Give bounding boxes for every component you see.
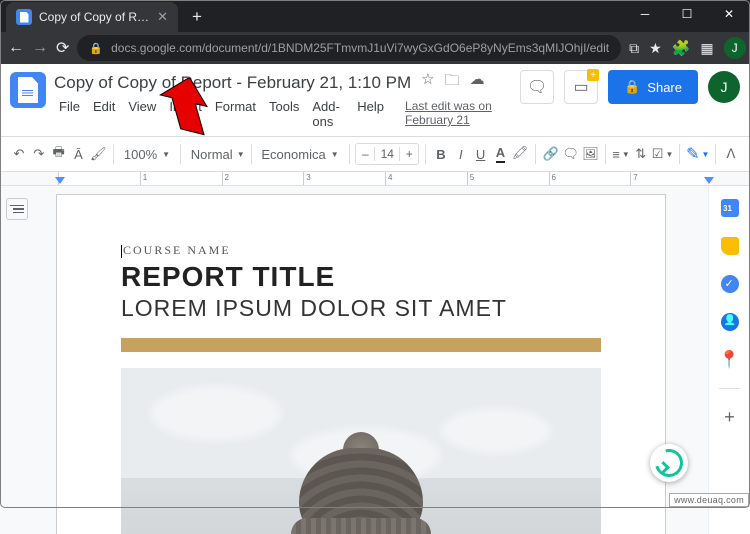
addons-plus-icon[interactable]: + bbox=[720, 407, 740, 427]
undo-button[interactable]: ↶ bbox=[10, 141, 28, 167]
url-field[interactable]: 🔒 docs.google.com/document/d/1BNDM25FTmv… bbox=[77, 35, 621, 61]
ruler-indent-left-icon[interactable] bbox=[55, 177, 65, 184]
forward-button[interactable]: → bbox=[32, 39, 48, 57]
maximize-button[interactable]: ☐ bbox=[666, 0, 708, 28]
spellcheck-button[interactable]: Ā bbox=[70, 141, 88, 167]
align-button[interactable]: ≡▼ bbox=[612, 141, 630, 167]
app-ext-icon[interactable]: ▦ bbox=[700, 40, 713, 57]
docs-logo-icon[interactable] bbox=[10, 72, 46, 108]
bookmark-icon[interactable]: ★ bbox=[649, 40, 662, 57]
share-label: Share bbox=[647, 80, 682, 95]
print-button[interactable]: 🖶 bbox=[50, 141, 68, 167]
address-bar: ← → ⟳ 🔒 docs.google.com/document/d/1BNDM… bbox=[0, 32, 750, 64]
browser-profile-avatar[interactable]: J bbox=[724, 37, 746, 59]
browser-tab[interactable]: Copy of Copy of Report - Febru ✕ bbox=[6, 2, 178, 32]
minimize-button[interactable]: ─ bbox=[624, 0, 666, 28]
text-color-button[interactable]: A bbox=[492, 141, 510, 167]
outline-toggle-button[interactable] bbox=[6, 198, 28, 220]
close-button[interactable]: ✕ bbox=[708, 0, 750, 28]
menu-edit[interactable]: Edit bbox=[88, 97, 120, 131]
subtitle-text[interactable]: LOREM IPSUM DOLOR SIT AMET bbox=[121, 295, 601, 322]
workspace: COURSE NAME REPORT TITLE LOREM IPSUM DOL… bbox=[0, 186, 750, 534]
account-avatar[interactable]: J bbox=[708, 71, 740, 103]
course-name-text[interactable]: COURSE NAME bbox=[121, 243, 601, 258]
font-dropdown[interactable]: Economica▼ bbox=[257, 147, 342, 162]
contacts-icon[interactable] bbox=[720, 312, 740, 332]
docs-header: Copy of Copy of Report - February 21, 1:… bbox=[0, 64, 750, 131]
page[interactable]: COURSE NAME REPORT TITLE LOREM IPSUM DOL… bbox=[56, 194, 666, 534]
menu-tools[interactable]: Tools bbox=[264, 97, 304, 131]
tasks-icon[interactable] bbox=[720, 274, 740, 294]
line-spacing-button[interactable]: ⇅ bbox=[632, 141, 650, 167]
keep-icon[interactable] bbox=[720, 236, 740, 256]
insert-image-button[interactable]: 🖼 bbox=[582, 141, 600, 167]
zoom-dropdown[interactable]: 100%▼ bbox=[120, 147, 174, 162]
document-title[interactable]: Copy of Copy of Report - February 21, 1:… bbox=[54, 73, 411, 93]
cover-image[interactable] bbox=[121, 368, 601, 534]
menu-help[interactable]: Help bbox=[352, 97, 389, 131]
menu-view[interactable]: View bbox=[123, 97, 161, 131]
grammarly-icon[interactable] bbox=[650, 444, 688, 482]
insert-comment-button[interactable]: 🗨 bbox=[562, 141, 580, 167]
insert-link-button[interactable]: 🔗 bbox=[542, 141, 560, 167]
divider-bar[interactable] bbox=[121, 338, 601, 352]
browser-chrome: ─ ☐ ✕ Copy of Copy of Report - Febru ✕ +… bbox=[0, 0, 750, 64]
calendar-icon[interactable] bbox=[720, 198, 740, 218]
lock-icon: 🔒 bbox=[89, 42, 103, 55]
editing-mode-button[interactable]: ✎▼ bbox=[686, 141, 709, 167]
menu-bar: File Edit View Insert Format Tools Add-o… bbox=[54, 97, 512, 131]
extension-area: ⧉ ★ 🧩 ▦ J ⋮ bbox=[629, 37, 750, 59]
highlight-button[interactable]: 🖍 bbox=[511, 141, 529, 167]
comment-history-button[interactable]: 🗨 bbox=[520, 70, 554, 104]
star-icon[interactable]: ☆ bbox=[421, 70, 434, 95]
redo-button[interactable]: ↷ bbox=[30, 141, 48, 167]
document-canvas[interactable]: COURSE NAME REPORT TITLE LOREM IPSUM DOL… bbox=[34, 186, 708, 534]
lock-icon: 🔒 bbox=[624, 79, 640, 95]
extensions-icon[interactable]: 🧩 bbox=[672, 39, 691, 57]
window-controls: ─ ☐ ✕ bbox=[624, 0, 750, 28]
menu-file[interactable]: File bbox=[54, 97, 85, 131]
watermark-text: www.deuaq.com bbox=[669, 493, 749, 507]
menu-insert[interactable]: Insert bbox=[164, 97, 207, 131]
reload-button[interactable]: ⟳ bbox=[56, 38, 69, 58]
toolbar: ↶ ↷ 🖶 Ā 🖌 100%▼ Normal text▼ Economica▼ … bbox=[0, 136, 750, 172]
docs-favicon bbox=[16, 9, 32, 25]
tab-title: Copy of Copy of Report - Febru bbox=[39, 10, 150, 24]
side-panel: 📍 + bbox=[708, 186, 750, 534]
italic-button[interactable]: I bbox=[452, 141, 470, 167]
bold-button[interactable]: B bbox=[432, 141, 450, 167]
back-button[interactable]: ← bbox=[8, 39, 24, 57]
report-title-text[interactable]: REPORT TITLE bbox=[121, 261, 601, 293]
maps-icon[interactable]: 📍 bbox=[720, 350, 740, 370]
menu-format[interactable]: Format bbox=[210, 97, 261, 131]
header-actions: 🗨 ▭+ 🔒 Share J bbox=[520, 70, 740, 104]
font-size-decrease[interactable]: – bbox=[356, 147, 374, 161]
underline-button[interactable]: U bbox=[472, 141, 490, 167]
ruler[interactable]: 1234567 bbox=[0, 172, 750, 186]
paint-format-button[interactable]: 🖌 bbox=[89, 141, 107, 167]
menu-addons[interactable]: Add-ons bbox=[307, 97, 349, 131]
docs-app: Copy of Copy of Report - February 21, 1:… bbox=[0, 64, 750, 534]
new-tab-button[interactable]: + bbox=[184, 4, 210, 30]
style-dropdown[interactable]: Normal text bbox=[187, 147, 233, 162]
share-ext-icon[interactable]: ⧉ bbox=[629, 40, 639, 57]
font-size-value[interactable]: 14 bbox=[374, 147, 400, 161]
toolbar-expand-button[interactable]: ᐱ bbox=[722, 141, 740, 167]
font-size-control[interactable]: – 14 + bbox=[355, 143, 419, 165]
share-button[interactable]: 🔒 Share bbox=[608, 70, 698, 104]
font-size-increase[interactable]: + bbox=[400, 147, 418, 161]
present-button[interactable]: ▭+ bbox=[564, 70, 598, 104]
move-icon[interactable]: 🗀 bbox=[445, 70, 460, 95]
url-text: docs.google.com/document/d/1BNDM25FTmvmJ… bbox=[111, 41, 609, 55]
cloud-status-icon[interactable]: ☁ bbox=[470, 70, 485, 95]
checklist-button[interactable]: ☑▼ bbox=[652, 141, 674, 167]
tab-close-icon[interactable]: ✕ bbox=[157, 9, 168, 25]
ruler-indent-right-icon[interactable] bbox=[704, 177, 714, 184]
last-edit-link[interactable]: Last edit was on February 21 bbox=[400, 97, 512, 131]
